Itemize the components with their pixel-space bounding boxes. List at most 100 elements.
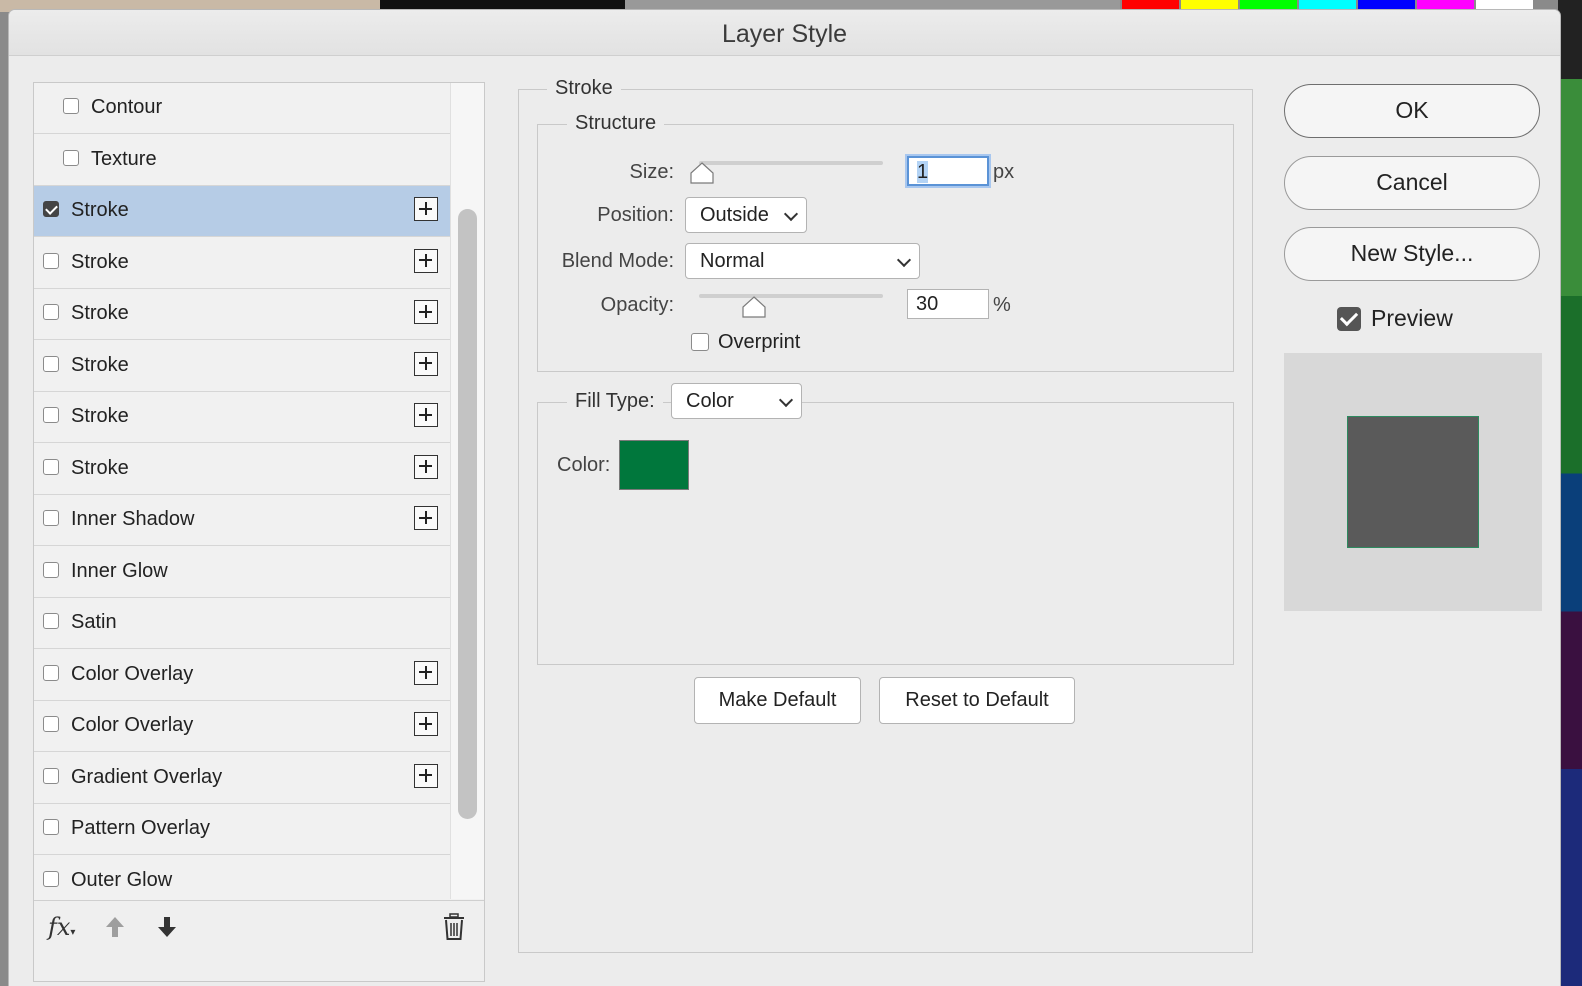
add-effect-icon[interactable] (414, 712, 438, 736)
style-list-panel: Contour Texture Stroke Stroke Stroke Stroke St… (33, 82, 485, 982)
add-effect-icon[interactable] (414, 351, 438, 376)
style-list-item[interactable]: Stroke (34, 444, 450, 495)
style-preview (1284, 353, 1542, 611)
style-item-label: Outer Glow (71, 868, 173, 891)
style-checkbox[interactable] (63, 98, 79, 114)
style-item-label: Stroke (71, 250, 129, 273)
style-list-item[interactable]: Outer Glow (34, 856, 450, 907)
layer-style-dialog: Layer Style Contour Texture Stroke Stroke St… (9, 10, 1560, 986)
add-effect-icon[interactable] (414, 660, 438, 685)
style-list-item[interactable]: Gradient Overlay (34, 753, 450, 804)
trash-icon[interactable] (442, 913, 466, 941)
style-list-item[interactable]: Satin (34, 598, 450, 649)
color-label: Color: (557, 454, 611, 476)
preview-checkbox[interactable] (1337, 307, 1361, 331)
style-checkbox[interactable] (43, 819, 59, 835)
ok-button[interactable]: OK (1284, 84, 1540, 138)
style-item-label: Satin (71, 611, 117, 633)
add-effect-icon[interactable] (414, 763, 438, 788)
preview-thumbnail (1348, 417, 1478, 547)
style-list-item[interactable]: Texture (34, 135, 450, 186)
scrollbar-thumb[interactable] (458, 209, 477, 819)
arrow-up-icon[interactable] (104, 915, 126, 946)
preview-label[interactable]: Preview (1371, 305, 1453, 332)
style-checkbox[interactable] (43, 252, 59, 269)
style-item-label: Gradient Overlay (71, 765, 223, 788)
blend-mode-label: Blend Mode: (561, 250, 674, 272)
style-checkbox[interactable] (43, 613, 59, 629)
style-checkbox[interactable] (43, 407, 59, 423)
add-effect-icon[interactable] (414, 300, 438, 324)
fill-type-label: Fill Type: (567, 390, 663, 413)
style-checkbox[interactable] (43, 304, 59, 320)
style-list-item[interactable]: Stroke (34, 341, 450, 392)
style-checkbox[interactable] (43, 716, 59, 732)
opacity-label: Opacity: (600, 294, 674, 316)
add-effect-icon[interactable] (414, 248, 438, 273)
position-select[interactable]: Outside (685, 197, 807, 233)
dialog-title: Layer Style (9, 10, 1560, 56)
size-slider-thumb[interactable] (690, 162, 714, 184)
style-checkbox[interactable] (43, 201, 59, 217)
style-item-label: Color Overlay (71, 662, 194, 685)
chevron-down-icon (896, 252, 912, 268)
style-checkbox[interactable] (43, 355, 59, 372)
style-list-item[interactable]: Inner Glow (34, 547, 450, 598)
style-list-scrollbar[interactable] (450, 83, 484, 899)
add-effect-icon[interactable] (414, 506, 438, 530)
style-list-item[interactable]: Stroke (34, 186, 450, 237)
opacity-slider[interactable] (699, 294, 883, 298)
opacity-input[interactable]: 30 (907, 289, 989, 319)
make-default-button[interactable]: Make Default (694, 677, 861, 724)
style-item-label: Color Overlay (71, 714, 194, 736)
add-effect-icon[interactable] (414, 454, 438, 479)
style-checkbox[interactable] (63, 149, 79, 166)
size-unit: px (993, 161, 1015, 183)
style-checkbox[interactable] (43, 767, 59, 784)
style-list-footer: fx▾ (34, 900, 484, 981)
size-slider[interactable] (699, 161, 883, 165)
size-input[interactable]: 1 (907, 156, 989, 186)
style-checkbox[interactable] (43, 510, 59, 526)
style-item-label: Inner Glow (71, 559, 168, 582)
style-item-label: Pattern Overlay (71, 817, 210, 839)
style-list-item[interactable]: Stroke (34, 238, 450, 289)
overprint-checkbox[interactable] (691, 333, 709, 351)
style-item-label: Stroke (71, 353, 129, 376)
style-item-label: Contour (91, 96, 163, 118)
position-label: Position: (597, 204, 674, 226)
arrow-down-icon[interactable] (156, 915, 178, 946)
style-list-item[interactable]: Color Overlay (34, 650, 450, 701)
overprint-label[interactable]: Overprint (718, 331, 800, 354)
style-checkbox[interactable] (43, 458, 59, 475)
fill-type-select[interactable]: Color (671, 383, 802, 419)
style-list-item[interactable]: Color Overlay (34, 701, 450, 752)
opacity-unit: % (993, 294, 1011, 316)
reset-to-default-button[interactable]: Reset to Default (879, 677, 1075, 724)
style-list-item[interactable]: Pattern Overlay (34, 804, 450, 855)
opacity-slider-thumb[interactable] (742, 296, 766, 318)
style-item-label: Stroke (71, 199, 129, 221)
cancel-button[interactable]: Cancel (1284, 156, 1540, 210)
size-label: Size: (629, 161, 674, 183)
chevron-down-icon (783, 206, 799, 222)
background-right-swatches (1558, 0, 1582, 986)
style-item-label: Inner Shadow (71, 508, 195, 530)
style-list-item[interactable]: Stroke (34, 289, 450, 340)
style-item-label: Stroke (71, 302, 129, 324)
style-item-label: Stroke (71, 405, 129, 427)
style-checkbox[interactable] (43, 664, 59, 681)
chevron-down-icon (778, 392, 794, 408)
style-item-label: Stroke (71, 456, 129, 479)
new-style-button[interactable]: New Style... (1284, 227, 1540, 281)
stroke-color-swatch[interactable] (619, 440, 689, 490)
style-list-item[interactable]: Inner Shadow (34, 495, 450, 546)
fx-menu-button[interactable]: fx▾ (48, 913, 75, 941)
add-effect-icon[interactable] (414, 403, 438, 427)
style-checkbox[interactable] (43, 561, 59, 578)
style-list-item[interactable]: Stroke (34, 392, 450, 443)
style-checkbox[interactable] (43, 870, 59, 887)
add-effect-icon[interactable] (414, 197, 438, 221)
blend-mode-select[interactable]: Normal (685, 243, 920, 279)
style-list-item[interactable]: Contour (34, 83, 450, 134)
